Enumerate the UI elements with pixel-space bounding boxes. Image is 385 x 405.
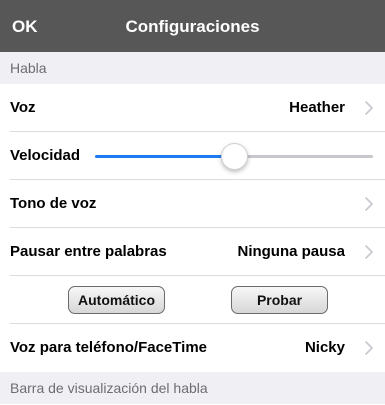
chevron-right-icon [365,101,373,115]
chevron-right-icon [365,341,373,355]
navigation-bar: Configuraciones OK [0,0,385,52]
voice-buttons-row: Automático Probar [0,276,385,324]
speed-row: Velocidad [0,132,385,180]
test-button[interactable]: Probar [231,286,328,314]
phone-voice-row[interactable]: Voz para teléfono/FaceTime Nicky [0,324,385,372]
phone-voice-label: Voz para teléfono/FaceTime [10,339,207,356]
ok-button[interactable]: OK [12,0,38,52]
voice-row[interactable]: Voz Heather [0,84,385,132]
voice-label: Voz [10,99,36,116]
voice-value: Heather [289,99,345,116]
pause-label: Pausar entre palabras [10,243,167,260]
tone-label: Tono de voz [10,195,97,212]
chevron-right-icon [365,245,373,259]
chevron-right-icon [365,197,373,211]
section-header-speech-display: Barra de visualización del habla [0,372,385,404]
phone-voice-value: Nicky [304,339,345,356]
tone-row[interactable]: Tono de voz [0,180,385,228]
automatic-button[interactable]: Automático [68,286,165,314]
pause-value: Ninguna pausa [237,243,345,260]
section-header-speech: Habla [0,52,385,84]
pause-row[interactable]: Pausar entre palabras Ninguna pausa [0,228,385,276]
speed-slider-thumb[interactable] [221,143,248,170]
speed-label: Velocidad [10,147,81,164]
speed-slider-fill [95,155,234,158]
page-title: Configuraciones [125,17,260,36]
